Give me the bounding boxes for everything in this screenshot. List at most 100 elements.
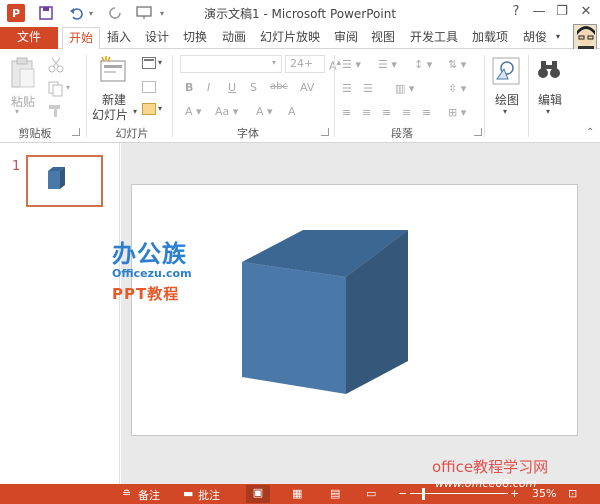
comments-icon[interactable]: ▬ [183, 487, 193, 500]
font-group-label: 字体 [237, 127, 259, 140]
watermark-url: www.office68.com [435, 477, 537, 490]
slide-sorter-icon[interactable]: ▦ [292, 487, 302, 500]
watermark-logo-text: 办公族 [112, 240, 187, 268]
slide-canvas[interactable] [131, 184, 578, 436]
user-dropdown-icon[interactable]: ▾ [552, 27, 564, 49]
zoom-out-icon[interactable]: − [398, 487, 407, 500]
align-right-icon[interactable]: ≡ [382, 106, 391, 119]
editing-dropdown-icon[interactable]: ▾ [546, 107, 550, 116]
bullets-icon[interactable]: ☰ ▾ [342, 58, 361, 71]
user-name[interactable]: 胡俊 [518, 27, 552, 49]
tab-developer[interactable]: 开发工具 [406, 27, 462, 49]
new-slide-label-2[interactable]: 幻灯片 [88, 106, 132, 123]
case-icon[interactable]: A ▾ [185, 105, 202, 118]
group-separator [172, 55, 173, 137]
smartart-icon[interactable]: ⊞ ▾ [448, 106, 466, 119]
tab-design[interactable]: 设计 [140, 27, 174, 49]
section-icon[interactable] [142, 103, 156, 118]
avatar[interactable] [573, 24, 597, 50]
font-name-dropdown-icon[interactable]: ▾ [272, 58, 276, 67]
increase-indent-icon[interactable]: ☰ [363, 82, 373, 95]
text-direction-icon[interactable]: ⇅ ▾ [448, 58, 466, 71]
align-text-icon[interactable]: ⇳ ▾ [448, 82, 466, 95]
char-spacing-icon[interactable]: AV [300, 81, 314, 94]
tab-transitions[interactable]: 切换 [178, 27, 212, 49]
underline-icon[interactable]: U [228, 81, 236, 94]
tab-slideshow[interactable]: 幻灯片放映 [255, 27, 325, 49]
distributed-icon[interactable]: ≡ [422, 106, 431, 119]
reading-view-icon[interactable]: ▤ [330, 487, 340, 500]
group-separator [484, 55, 485, 137]
format-painter-icon[interactable] [48, 103, 64, 122]
tab-insert[interactable]: 插入 [102, 27, 136, 49]
change-case-icon[interactable]: Aa ▾ [215, 105, 238, 118]
align-center-icon[interactable]: ≡ [362, 106, 371, 119]
justify-icon[interactable]: ≡ [402, 106, 411, 119]
italic-icon[interactable]: I [207, 81, 210, 94]
tab-view[interactable]: 视图 [366, 27, 400, 49]
numbering-icon[interactable]: ☰ ▾ [378, 58, 397, 71]
shadow-icon[interactable]: S [250, 81, 257, 94]
normal-view-icon[interactable]: ▣ [246, 485, 270, 503]
tab-file[interactable]: 文件 [0, 27, 58, 49]
group-separator [528, 55, 529, 137]
drawing-dropdown-icon[interactable]: ▾ [503, 107, 507, 116]
notes-icon[interactable]: ≘ [122, 487, 131, 500]
close-button[interactable]: ✕ [575, 2, 597, 22]
section-dropdown-icon[interactable]: ▾ [158, 104, 162, 113]
watermark-bottom: office教程学习网 [432, 458, 549, 476]
copy-dropdown-icon[interactable]: ▾ [66, 83, 70, 92]
paste-icon[interactable] [10, 57, 36, 92]
tab-home[interactable]: 开始 [62, 27, 100, 50]
watermark-logo: 办公族 Officezu.com PPT教程 [112, 234, 192, 304]
maximize-button[interactable]: ❐ [551, 2, 573, 22]
slide-number: 1 [12, 159, 21, 174]
layout-dropdown-icon[interactable]: ▾ [158, 58, 162, 67]
zoom-slider-thumb[interactable] [422, 488, 425, 500]
font-size-value: 24+ [290, 57, 314, 70]
fit-to-window-icon[interactable]: ⊡ [568, 487, 577, 500]
font-name-select[interactable] [180, 55, 282, 73]
paste-dropdown-icon[interactable]: ▾ [15, 107, 19, 116]
drawing-icon[interactable] [492, 57, 520, 88]
tab-review[interactable]: 审阅 [330, 27, 362, 49]
powerpoint-window: P ▾ ▾ 演示文稿1 - Microsoft PowerPoint ? — ❐… [0, 0, 600, 504]
clipboard-group-label: 剪贴板 [18, 127, 52, 140]
new-slide-dropdown-icon[interactable]: ▾ [133, 107, 137, 116]
drawing-label[interactable]: 绘图 [490, 91, 524, 108]
font-launcher-icon[interactable] [321, 128, 329, 136]
font-size-select[interactable]: 24+ [285, 55, 325, 73]
thumbnail-cube [48, 167, 65, 189]
group-separator [334, 55, 335, 137]
cut-icon[interactable] [48, 57, 64, 76]
columns-icon[interactable]: ▥ ▾ [395, 82, 414, 95]
slideshow-view-icon[interactable]: ▭ [366, 487, 376, 500]
line-spacing-icon[interactable]: ↕ ▾ [414, 58, 432, 71]
help-button[interactable]: ? [505, 2, 527, 22]
reset-slide-icon[interactable] [142, 81, 156, 96]
new-slide-icon[interactable] [98, 55, 128, 88]
minimize-button[interactable]: — [528, 2, 550, 22]
copy-icon[interactable] [48, 81, 64, 100]
layout-icon[interactable] [142, 57, 156, 72]
tab-addins[interactable]: 加载项 [467, 27, 513, 49]
editing-label[interactable]: 编辑 [533, 91, 567, 108]
clear-formatting-icon[interactable]: A [288, 105, 296, 118]
collapse-ribbon-icon[interactable]: ⌃ [586, 127, 594, 138]
tab-animations[interactable]: 动画 [216, 27, 252, 49]
slide-thumbnail[interactable] [26, 155, 103, 207]
binoculars-icon[interactable] [536, 57, 562, 86]
strikethrough-icon[interactable]: abc [270, 81, 288, 92]
align-left-icon[interactable]: ≡ [342, 106, 351, 119]
clipboard-launcher-icon[interactable] [72, 128, 80, 136]
grow-font-icon[interactable]: A▴ [329, 57, 341, 73]
bold-icon[interactable]: B [185, 81, 193, 94]
decrease-indent-icon[interactable]: ☰ [342, 82, 352, 95]
cube-shape[interactable] [132, 185, 579, 437]
watermark-logo-url: Officezu.com [112, 267, 192, 280]
group-separator [86, 55, 87, 137]
comments-button[interactable]: 批注 [198, 487, 220, 503]
notes-button[interactable]: 备注 [138, 487, 160, 503]
font-color-icon[interactable]: A ▾ [256, 105, 273, 118]
paragraph-launcher-icon[interactable] [474, 128, 482, 136]
